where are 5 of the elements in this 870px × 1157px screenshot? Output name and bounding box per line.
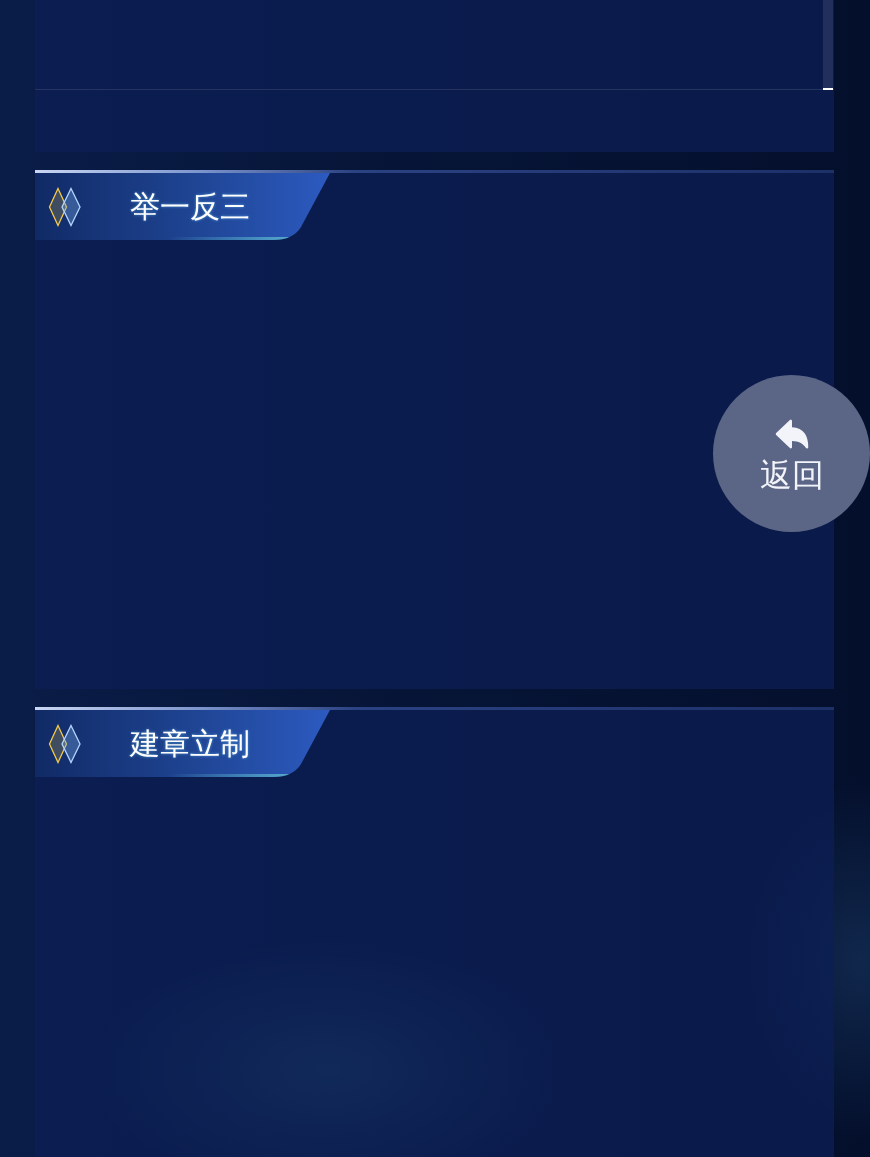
double-diamond-icon: [48, 186, 82, 227]
scrollbar[interactable]: [823, 0, 833, 90]
section-title: 建章立制: [130, 728, 250, 759]
section-title: 举一反三: [130, 191, 250, 222]
double-diamond-icon: [48, 723, 82, 764]
